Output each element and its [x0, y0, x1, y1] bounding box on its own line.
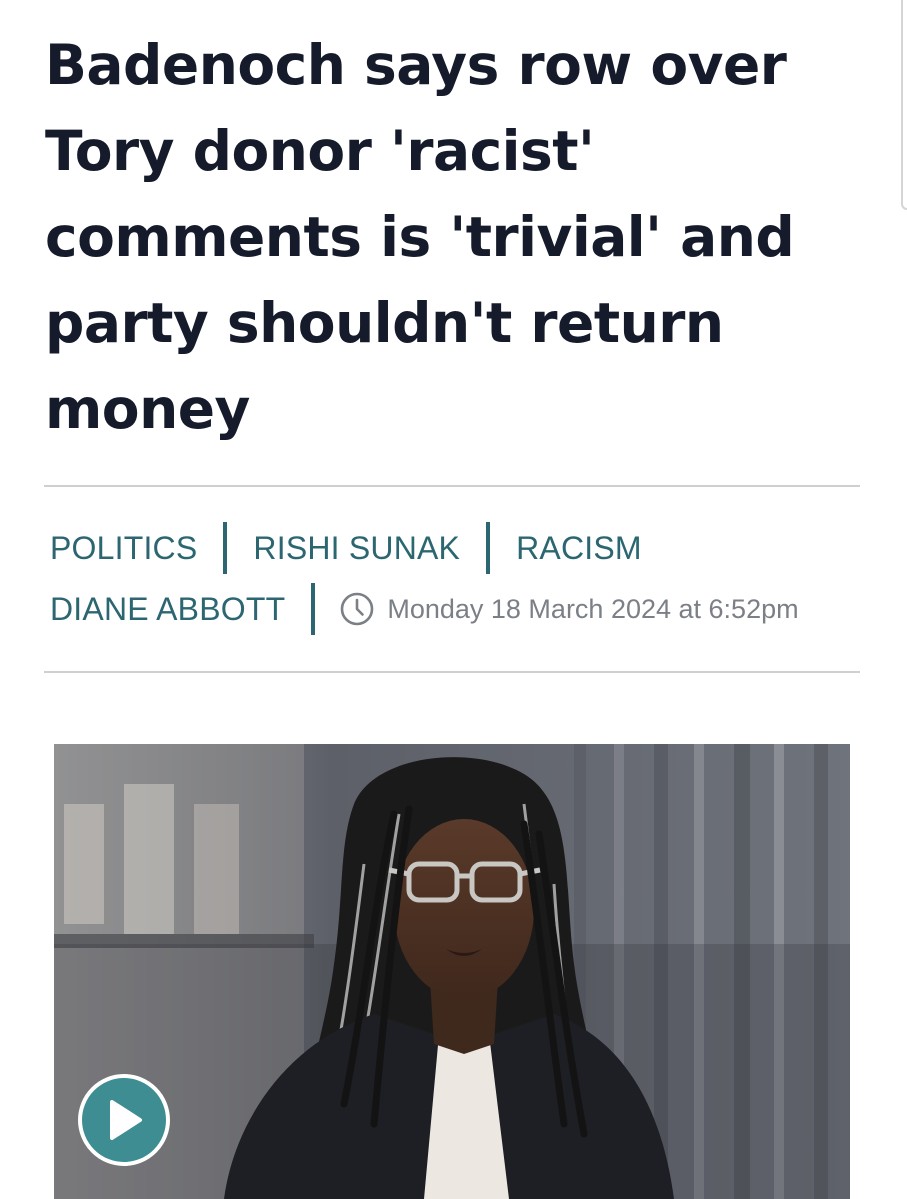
- article-video[interactable]: [54, 744, 850, 1199]
- tag-row: POLITICS RISHI SUNAK RACISM: [50, 520, 870, 576]
- tag-separator: [486, 522, 491, 574]
- tag-racism[interactable]: RACISM: [516, 530, 642, 567]
- tag-diane-abbott[interactable]: DIANE ABBOTT: [50, 591, 285, 628]
- divider-top: [44, 485, 860, 487]
- divider-bottom: [44, 671, 860, 673]
- tag-separator: [311, 583, 316, 635]
- play-button[interactable]: [78, 1074, 170, 1166]
- scroll-indicator[interactable]: [901, 0, 907, 210]
- play-icon: [110, 1100, 142, 1140]
- tag-separator: [223, 522, 228, 574]
- publish-timestamp: Monday 18 March 2024 at 6:52pm: [387, 593, 799, 624]
- article-photo: [54, 744, 850, 1199]
- article-headline: Badenoch says row over Tory donor 'racis…: [45, 33, 795, 441]
- tag-rishi-sunak[interactable]: RISHI SUNAK: [253, 530, 460, 567]
- article-meta: POLITICS RISHI SUNAK RACISM DIANE ABBOTT…: [50, 520, 870, 637]
- tag-row: DIANE ABBOTT Monday 18 March 2024 at 6:5…: [50, 581, 870, 637]
- clock-icon: [339, 591, 375, 627]
- tag-politics[interactable]: POLITICS: [50, 530, 197, 567]
